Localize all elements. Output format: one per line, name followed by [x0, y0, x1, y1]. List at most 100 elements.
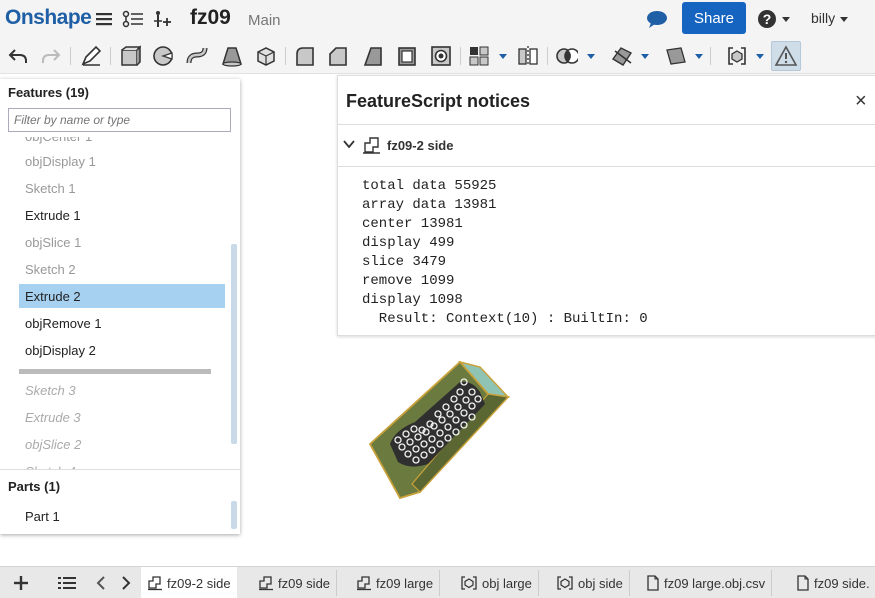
- user-menu[interactable]: billy: [811, 10, 849, 26]
- toolbar-divider: [110, 47, 111, 65]
- notice-line: center 13981: [362, 216, 463, 232]
- feature-item-extrude-2[interactable]: Extrude 2: [19, 284, 225, 308]
- part-studio-icon: [363, 137, 380, 154]
- thicken-icon[interactable]: [255, 45, 277, 67]
- share-button[interactable]: Share: [682, 2, 746, 34]
- feature-item-objremove-1[interactable]: objRemove 1: [19, 311, 225, 335]
- parts-list-scrollbar[interactable]: [231, 501, 237, 529]
- tab-list-icon[interactable]: [57, 573, 77, 593]
- plane-dropdown-caret[interactable]: [695, 54, 703, 59]
- part-item-part-1[interactable]: Part 1: [25, 509, 60, 524]
- notices-divider: [338, 166, 875, 167]
- shell-icon[interactable]: [396, 45, 418, 67]
- sweep-icon[interactable]: [186, 45, 208, 67]
- chevron-down-icon: [840, 17, 849, 23]
- tab-fz09-2-side[interactable]: fz09-2 side: [141, 567, 237, 598]
- rollback-bar[interactable]: [19, 369, 211, 374]
- feature-list-panel: Features (19) objCenter 1 objDisplay 1 S…: [0, 79, 240, 534]
- tab-fz09-side-file[interactable]: fz09 side.: [790, 570, 875, 596]
- custom-feature-icon[interactable]: [725, 45, 747, 67]
- part-studio-icon: [357, 576, 371, 591]
- split-dropdown-caret[interactable]: [641, 54, 649, 59]
- undo-icon[interactable]: [7, 45, 29, 67]
- boolean-dropdown-caret[interactable]: [587, 54, 595, 59]
- parts-title: Parts (1): [8, 479, 61, 494]
- toolbar-divider: [285, 47, 286, 65]
- feature-item-objdisplay-2[interactable]: objDisplay 2: [19, 338, 225, 362]
- version-graph-icon[interactable]: [122, 9, 144, 29]
- split-icon[interactable]: [611, 45, 633, 67]
- feature-item-extrude-1[interactable]: Extrude 1: [19, 203, 225, 227]
- featurescript-notices-toggle[interactable]: [771, 41, 801, 71]
- toolbar-divider: [547, 47, 548, 65]
- part-studio-icon: [259, 576, 273, 591]
- tab-label: fz09-2 side: [167, 575, 231, 591]
- feature-item-sketch-2[interactable]: Sketch 2: [19, 257, 225, 281]
- toolbar-divider: [710, 47, 711, 65]
- pattern-icon[interactable]: [468, 45, 490, 67]
- draft-icon[interactable]: [362, 45, 384, 67]
- file-icon: [797, 575, 809, 591]
- sketch-icon[interactable]: [80, 45, 102, 67]
- custom-feature-dropdown-caret[interactable]: [756, 54, 764, 59]
- warning-icon: [774, 45, 798, 66]
- featurescript-notices-panel: FeatureScript notices × fz09-2 side tota…: [337, 75, 875, 336]
- feature-list-scrollbar[interactable]: [231, 244, 237, 444]
- feature-item-sketch-3[interactable]: Sketch 3: [19, 378, 225, 402]
- feature-item-objdisplay-1[interactable]: objDisplay 1: [19, 149, 225, 173]
- notice-line: remove 1099: [362, 273, 455, 289]
- feature-item-sketch-1[interactable]: Sketch 1: [19, 176, 225, 200]
- feature-toolbar: [0, 38, 875, 74]
- toolbar-divider: [70, 47, 71, 65]
- help-icon[interactable]: ?: [756, 9, 792, 29]
- tab-fz09-side[interactable]: fz09 side: [252, 570, 338, 596]
- tab-label: obj side: [578, 575, 623, 591]
- notices-title: FeatureScript notices: [346, 91, 531, 111]
- notice-line: total data 55925: [362, 178, 497, 194]
- part-studio-icon: [148, 576, 162, 591]
- tab-obj-large[interactable]: obj large: [454, 570, 539, 596]
- document-name[interactable]: fz09: [190, 6, 231, 30]
- notice-line: display 1098: [362, 292, 463, 308]
- feature-item-objcenter-1[interactable]: objCenter 1: [19, 137, 225, 148]
- feature-filter-input[interactable]: [8, 108, 231, 132]
- feature-item-sketch-4[interactable]: Sketch 4: [19, 459, 225, 469]
- tab-label: fz09 side.: [814, 575, 870, 591]
- chevron-left-icon[interactable]: [91, 573, 111, 593]
- tab-fz09-large-obj-csv[interactable]: fz09 large.obj.csv: [640, 570, 773, 596]
- svg-text:?: ?: [763, 11, 772, 27]
- notices-section-label[interactable]: fz09-2 side: [387, 138, 453, 153]
- menu-icon[interactable]: [93, 9, 115, 29]
- notice-line: Result: Context(10) : BuiltIn: 0: [362, 311, 648, 327]
- plane-icon[interactable]: [665, 45, 687, 67]
- fillet-icon[interactable]: [294, 45, 316, 67]
- tab-fz09-large[interactable]: fz09 large: [350, 570, 441, 596]
- revolve-icon[interactable]: [152, 45, 174, 67]
- feature-item-extrude-3[interactable]: Extrude 3: [19, 405, 225, 429]
- redo-icon[interactable]: [40, 45, 62, 67]
- feature-item-objslice-2[interactable]: objSlice 2: [19, 432, 225, 456]
- branch-name[interactable]: Main: [248, 12, 281, 29]
- extrude-icon[interactable]: [119, 45, 141, 67]
- tab-label: fz09 large: [376, 575, 434, 591]
- feature-item-objslice-1[interactable]: objSlice 1: [19, 230, 225, 254]
- user-name[interactable]: billy: [811, 10, 835, 26]
- chamfer-icon[interactable]: [327, 45, 349, 67]
- hole-icon[interactable]: [430, 45, 452, 67]
- mirror-icon[interactable]: [517, 45, 539, 67]
- tab-obj-side[interactable]: obj side: [550, 570, 630, 596]
- add-tab-icon[interactable]: [11, 573, 31, 593]
- loft-icon[interactable]: [221, 45, 243, 67]
- feature-studio-icon: [461, 576, 477, 590]
- part-model[interactable]: [360, 352, 520, 512]
- chevron-right-icon[interactable]: [116, 573, 136, 593]
- chevron-down-icon[interactable]: [343, 139, 355, 149]
- comment-icon[interactable]: [646, 9, 668, 29]
- tab-label: obj large: [482, 575, 532, 591]
- boolean-icon[interactable]: [556, 45, 578, 67]
- feature-list: objCenter 1 objDisplay 1 Sketch 1 Extrud…: [0, 137, 240, 469]
- onshape-logo[interactable]: Onshape: [5, 6, 92, 30]
- close-icon[interactable]: ×: [855, 91, 867, 111]
- pattern-dropdown-caret[interactable]: [499, 54, 507, 59]
- insert-icon[interactable]: [153, 9, 175, 29]
